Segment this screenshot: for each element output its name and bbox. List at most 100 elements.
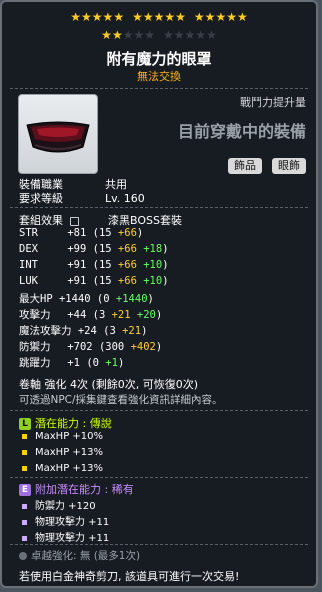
divider	[10, 207, 308, 208]
category-tag-eye: 眼飾	[272, 158, 306, 174]
stat-close: )	[117, 357, 125, 369]
stat-total: +91	[67, 259, 87, 271]
star-empty-icon: ★	[173, 28, 185, 42]
level-row: 要求等級 Lv. 160	[19, 190, 145, 206]
stat-name: 跳躍力	[19, 357, 51, 369]
additional-potential-line-text: 物理攻擊力 +11	[35, 533, 110, 544]
star-filled-icon: ★	[236, 10, 248, 24]
stat-base: (15	[92, 243, 112, 255]
stat-row: STR +81 (15 +66)	[19, 227, 143, 239]
star-filled-icon: ★	[153, 10, 165, 24]
scissors-trade-note: 若使用白金神奇剪刀, 該道具可進行一次交易!	[19, 570, 240, 583]
stat-bonus: +66	[117, 259, 137, 271]
trade-restriction: 無法交換	[137, 70, 181, 83]
item-icon-frame	[18, 94, 98, 174]
bullet-icon	[22, 465, 27, 471]
level-label: 要求等級	[19, 192, 63, 205]
stat-base: (0	[86, 357, 99, 369]
exceptional-icon	[19, 552, 27, 560]
star-empty-icon: ★	[195, 28, 207, 42]
stat-name: LUK	[19, 275, 38, 287]
potential-label: 潛在能力 :	[35, 417, 90, 430]
additional-potential-line: 物理攻擊力 +11	[22, 529, 109, 544]
stat-name: 攻擊力	[19, 309, 51, 321]
category-tag-accessory: 飾品	[228, 158, 262, 174]
item-tooltip: ★★★★★ ★★★★★ ★★★★★ ★★★★★ ★★★★★ 附有魔力的眼罩 無法交換 …	[0, 0, 318, 588]
potential-line: MaxHP +13%	[22, 447, 103, 458]
power-increase-label: 戰鬥力提升量	[240, 96, 306, 109]
epic-grade-icon: E	[19, 484, 31, 496]
stat-total: +81	[67, 227, 87, 239]
star-filled-icon: ★	[193, 10, 205, 24]
potential-line-text: MaxHP +10%	[35, 431, 104, 442]
star-filled-icon: ★	[215, 10, 227, 24]
star-filled-icon: ★	[91, 10, 103, 24]
star-filled-icon: ★	[81, 10, 92, 24]
additional-potential-grade: 稀有	[111, 483, 134, 496]
additional-potential-label: 附加潛在能力 :	[35, 483, 112, 496]
npc-info-note: 可透過NPC/採集鍵查看強化資訊詳細內容。	[19, 394, 223, 406]
stat-base: (15	[92, 275, 112, 287]
exceptional-enhance-row: 卓越強化: 無 (最多1次)	[19, 548, 140, 563]
star-filled-icon: ★	[204, 10, 216, 24]
star-filled-icon: ★	[164, 10, 176, 24]
stat-enhance: +10	[143, 259, 163, 271]
stat-close: )	[162, 243, 169, 255]
bullet-icon	[22, 433, 27, 439]
divider	[10, 477, 308, 478]
stat-close: )	[136, 227, 144, 239]
bullet-icon	[22, 519, 27, 525]
stat-base: (300	[98, 341, 125, 353]
stat-base: (3	[103, 325, 116, 337]
stat-bonus: +66	[117, 275, 137, 287]
star-empty-icon: ★	[163, 28, 174, 42]
stat-base: (3	[92, 309, 106, 321]
stat-base: (15	[92, 259, 112, 271]
star-filled-icon: ★	[113, 10, 125, 24]
stat-enhance: +10	[143, 275, 163, 287]
stat-bonus: +21	[122, 325, 142, 337]
potential-line-text: MaxHP +13%	[35, 447, 104, 458]
item-title: 附有魔力的眼罩	[106, 50, 212, 68]
bullet-icon	[22, 449, 27, 455]
star-empty-icon: ★	[184, 28, 196, 42]
stat-close: )	[155, 341, 163, 353]
stat-row: 跳躍力 +1 (0 +1)	[19, 355, 124, 370]
eyepatch-icon	[26, 121, 90, 153]
set-effect-value: 漆黑BOSS套裝	[108, 214, 182, 227]
level-value: Lv. 160	[105, 192, 145, 205]
additional-potential-line-text: 物理攻擊力 +11	[35, 517, 110, 528]
exceptional-enhance-text: 卓越強化: 無 (最多1次)	[31, 550, 141, 562]
stat-row: 最大HP +1440 (0 +1440)	[19, 291, 154, 306]
stat-close: )	[147, 293, 154, 305]
potential-line-text: MaxHP +13%	[35, 463, 104, 474]
stat-bonus: +21	[111, 309, 131, 321]
additional-potential-line: 物理攻擊力 +11	[22, 513, 109, 528]
star-force-row-2: ★★★★★ ★★★★★	[2, 28, 316, 42]
potential-line: MaxHP +10%	[22, 431, 103, 442]
additional-potential-line: 防禦力 +120	[22, 497, 96, 512]
stat-row: 防禦力 +702 (300 +402)	[19, 339, 162, 354]
stat-enhance: +20	[136, 309, 156, 321]
currently-equipped-label: 目前穿戴中的裝備	[177, 122, 306, 141]
legendary-grade-icon: L	[19, 418, 31, 430]
potential-grade: 傳說	[89, 417, 112, 430]
star-force-row-1: ★★★★★ ★★★★★ ★★★★★	[2, 10, 316, 24]
star-filled-icon: ★	[226, 10, 237, 24]
divider	[10, 88, 308, 89]
stat-row: 魔法攻擊力 +24 (3 +21)	[19, 323, 147, 338]
stat-row: DEX +99 (15 +66 +18)	[19, 243, 169, 255]
stat-bonus: +402	[130, 341, 156, 353]
stat-base: (0	[96, 293, 110, 305]
stat-row: 攻擊力 +44 (3 +21 +20)	[19, 307, 162, 322]
stat-close: )	[162, 275, 169, 287]
stat-total: +24	[77, 325, 97, 337]
potential-header: L 潛在能力 : 傳說	[19, 415, 112, 431]
stat-bonus: +66	[117, 227, 137, 239]
stat-name: 最大HP	[19, 293, 53, 305]
stat-name: 魔法攻擊力	[19, 325, 72, 337]
set-effect-label: 套組效果	[19, 214, 63, 227]
stat-name: 防禦力	[19, 341, 51, 353]
potential-line: MaxHP +13%	[22, 463, 103, 474]
stat-base: (15	[92, 227, 112, 239]
